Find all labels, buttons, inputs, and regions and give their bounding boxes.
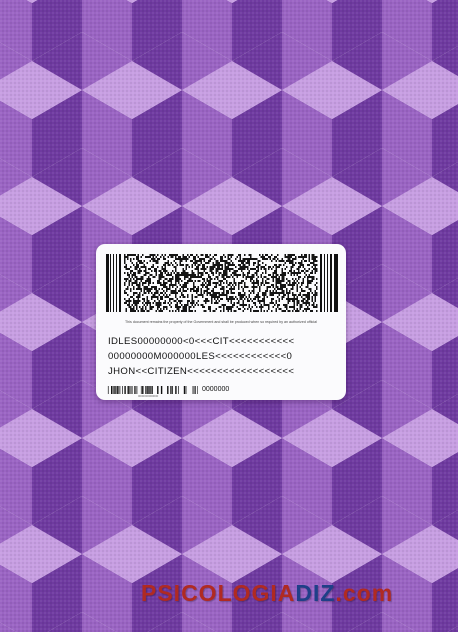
watermark-part-psicologia: PSICOLOGIA [141,580,296,606]
id-card-back: This document remains the property of th… [96,244,346,400]
site-watermark: PSICOLOGIADIZ.com [141,580,393,607]
barcode-caption: 0000000000000 [138,394,159,398]
mrz-line-2: 00000000M000000LES<<<<<<<<<<<<0 [108,351,293,362]
barcode-number: 0000000 [202,386,230,393]
mrz-line-3: JHON<<CITIZEN<<<<<<<<<<<<<<<<<< [108,366,295,377]
mrz-line-1: IDLES00000000<0<<<CIT<<<<<<<<<<< [108,336,295,347]
ownership-notice: This document remains the property of th… [125,320,317,324]
watermark-part-com: .com [335,580,394,606]
watermark-part-diz: DIZ [295,580,336,606]
linear-barcode [107,386,198,394]
pdf417-barcode [106,254,338,312]
